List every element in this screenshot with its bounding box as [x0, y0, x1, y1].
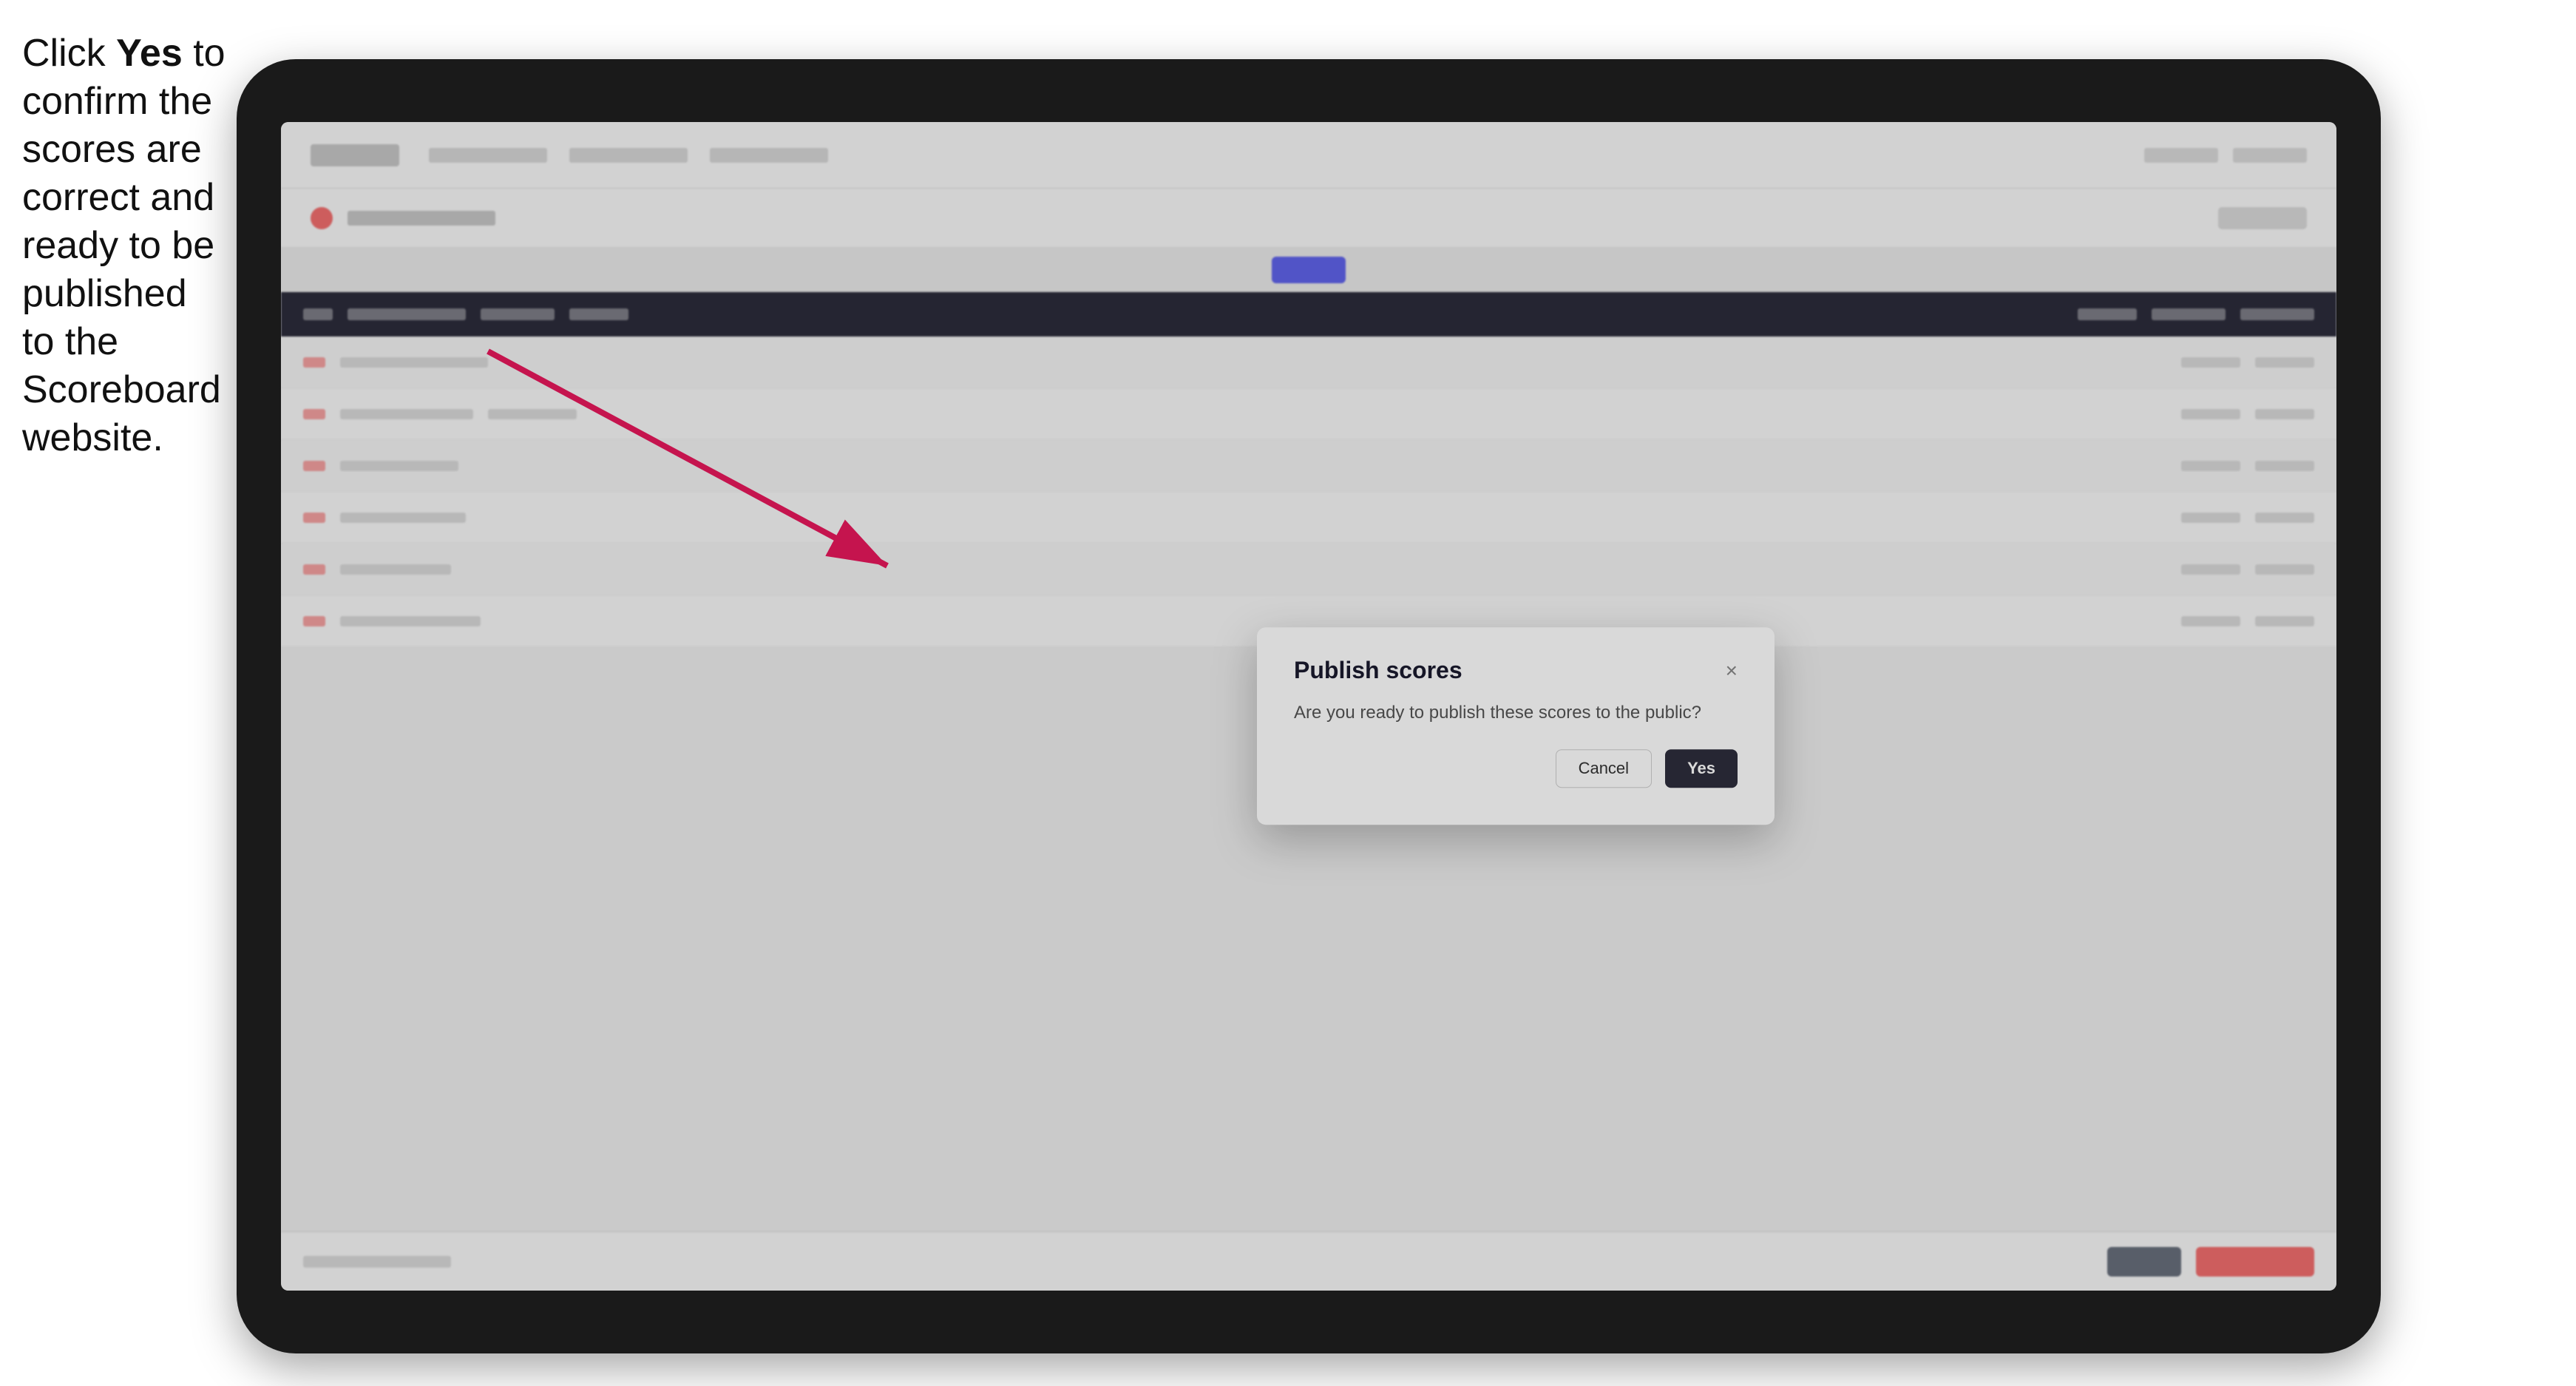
top-nav	[281, 122, 2336, 189]
annotation-part2: to confirm the scores are correct and re…	[22, 32, 226, 459]
td-sub	[488, 409, 577, 419]
td-score	[2181, 461, 2240, 471]
table-body	[281, 337, 2336, 647]
modal-header: Publish scores ×	[1294, 657, 1738, 684]
td-col2	[2255, 357, 2314, 368]
td-name	[340, 564, 451, 575]
annotation-bold: Yes	[116, 32, 183, 75]
td-score	[2181, 357, 2240, 368]
bottom-text	[303, 1256, 451, 1268]
td-score	[2181, 513, 2240, 523]
td-name	[340, 409, 473, 419]
cancel-button[interactable]: Cancel	[1556, 749, 1652, 788]
section-header	[281, 189, 2336, 248]
annotation-text: Click Yes to confirm the scores are corr…	[22, 30, 229, 462]
td-col2	[2255, 461, 2314, 471]
table-row	[281, 440, 2336, 492]
th-3	[481, 308, 555, 320]
modal-title: Publish scores	[1294, 657, 1462, 684]
modal-close-icon[interactable]: ×	[1726, 659, 1738, 683]
th-2	[348, 308, 466, 320]
nav-right-2	[2233, 148, 2307, 163]
nav-right-1	[2144, 148, 2218, 163]
yes-button[interactable]: Yes	[1665, 749, 1738, 788]
th-1	[303, 308, 333, 320]
td-name	[340, 513, 466, 523]
annotation-part1: Click	[22, 32, 116, 75]
table-row	[281, 544, 2336, 595]
td-col2	[2255, 564, 2314, 575]
table-row	[281, 492, 2336, 544]
td-icon	[303, 616, 325, 626]
section-title	[348, 211, 495, 226]
table-header	[281, 292, 2336, 337]
td-col2	[2255, 616, 2314, 626]
td-name	[340, 357, 488, 368]
publish-bar	[281, 248, 2336, 292]
tablet-device: Publish scores × Are you ready to publis…	[237, 59, 2381, 1353]
td-col2	[2255, 513, 2314, 523]
th-5	[2078, 308, 2137, 320]
modal-footer: Cancel Yes	[1294, 749, 1738, 788]
th-6	[2152, 308, 2226, 320]
bottom-bar	[281, 1231, 2336, 1291]
nav-link-1	[429, 148, 547, 163]
nav-logo	[311, 144, 399, 166]
table-row	[281, 337, 2336, 388]
tablet-screen: Publish scores × Are you ready to publis…	[281, 122, 2336, 1291]
td-icon	[303, 513, 325, 523]
publish-btn-blurred	[1272, 257, 1346, 283]
td-icon	[303, 357, 325, 368]
nav-links	[429, 148, 828, 163]
td-name	[340, 616, 481, 626]
nav-right	[2144, 148, 2307, 163]
table-row	[281, 388, 2336, 440]
td-score	[2181, 564, 2240, 575]
section-icon	[311, 207, 333, 229]
td-icon	[303, 409, 325, 419]
nav-link-3	[710, 148, 828, 163]
nav-link-2	[569, 148, 688, 163]
td-icon	[303, 564, 325, 575]
modal-dialog: Publish scores × Are you ready to publis…	[1257, 627, 1775, 825]
section-action	[2218, 207, 2307, 229]
td-name	[340, 461, 458, 471]
th-4	[569, 308, 628, 320]
td-col2	[2255, 409, 2314, 419]
th-7	[2240, 308, 2314, 320]
modal-body: Are you ready to publish these scores to…	[1294, 703, 1738, 723]
td-icon	[303, 461, 325, 471]
bottom-btn1	[2107, 1247, 2181, 1277]
td-score	[2181, 409, 2240, 419]
td-score	[2181, 616, 2240, 626]
bottom-btn2	[2196, 1247, 2314, 1277]
